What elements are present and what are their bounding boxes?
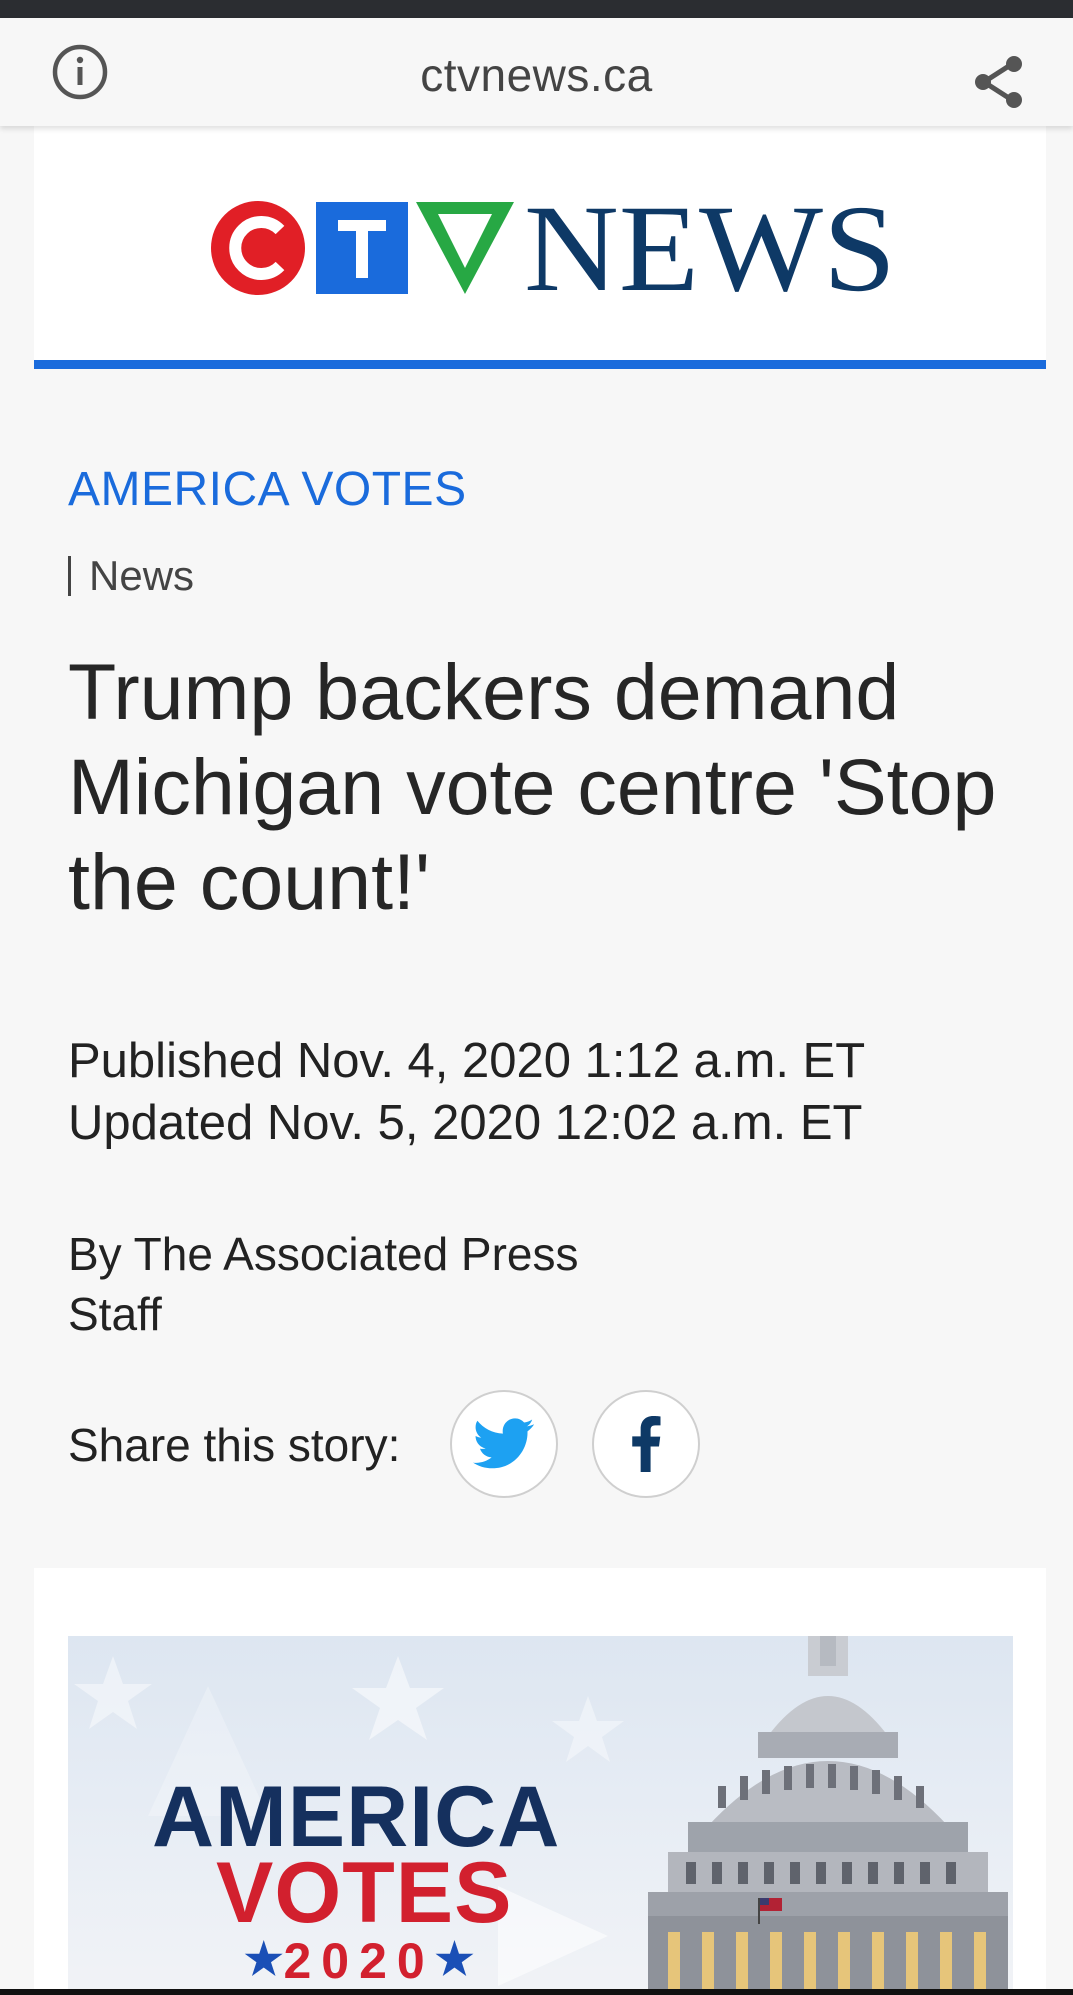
twitter-icon	[473, 1418, 534, 1469]
ctv-news-logo[interactable]: NEWS	[210, 178, 910, 308]
category-text[interactable]: News	[89, 552, 194, 599]
hero-year: ★2020★	[244, 1932, 474, 1990]
section-link[interactable]: AMERICA VOTES	[68, 462, 467, 517]
byline-role: Staff	[68, 1288, 162, 1340]
article-headline: Trump backers demand Michigan vote centr…	[68, 647, 997, 926]
share-label: Share this story:	[68, 1419, 401, 1471]
star-icon: ★	[244, 1935, 284, 1984]
updated-date: Updated Nov. 5, 2020 12:02 a.m. ET	[68, 1096, 863, 1150]
browser-toolbar: ctvnews.ca	[0, 18, 1073, 126]
star-icon: ★	[434, 1935, 475, 1984]
published-date: Published Nov. 4, 2020 1:12 a.m. ET	[68, 1034, 866, 1088]
bottom-edge	[0, 1989, 1073, 1995]
hero-image-card: AMERICA VOTES ★2020★	[34, 1568, 1046, 1995]
share-row: Share this story:	[68, 1390, 768, 1498]
site-header: NEWS	[34, 126, 1046, 369]
capitol-dome-illustration	[648, 1636, 1008, 1995]
facebook-share-button[interactable]	[592, 1390, 700, 1498]
hero-year-text: 2020	[283, 1933, 435, 1989]
hero-image[interactable]: AMERICA VOTES ★2020★	[68, 1636, 1013, 1995]
byline-author: By The Associated Press	[68, 1228, 579, 1280]
category-label: News	[68, 552, 194, 600]
twitter-share-button[interactable]	[450, 1390, 558, 1498]
byline: By The Associated Press Staff	[68, 1224, 579, 1344]
svg-text:NEWS: NEWS	[524, 180, 896, 308]
hero-title-line2: VOTES	[216, 1845, 513, 1941]
divider	[68, 556, 71, 596]
url-text[interactable]: ctvnews.ca	[0, 48, 1073, 102]
article-dates: Published Nov. 4, 2020 1:12 a.m. ET Upda…	[68, 1030, 865, 1154]
share-icon[interactable]	[970, 54, 1028, 112]
status-bar	[0, 0, 1073, 18]
facebook-icon	[632, 1416, 661, 1472]
